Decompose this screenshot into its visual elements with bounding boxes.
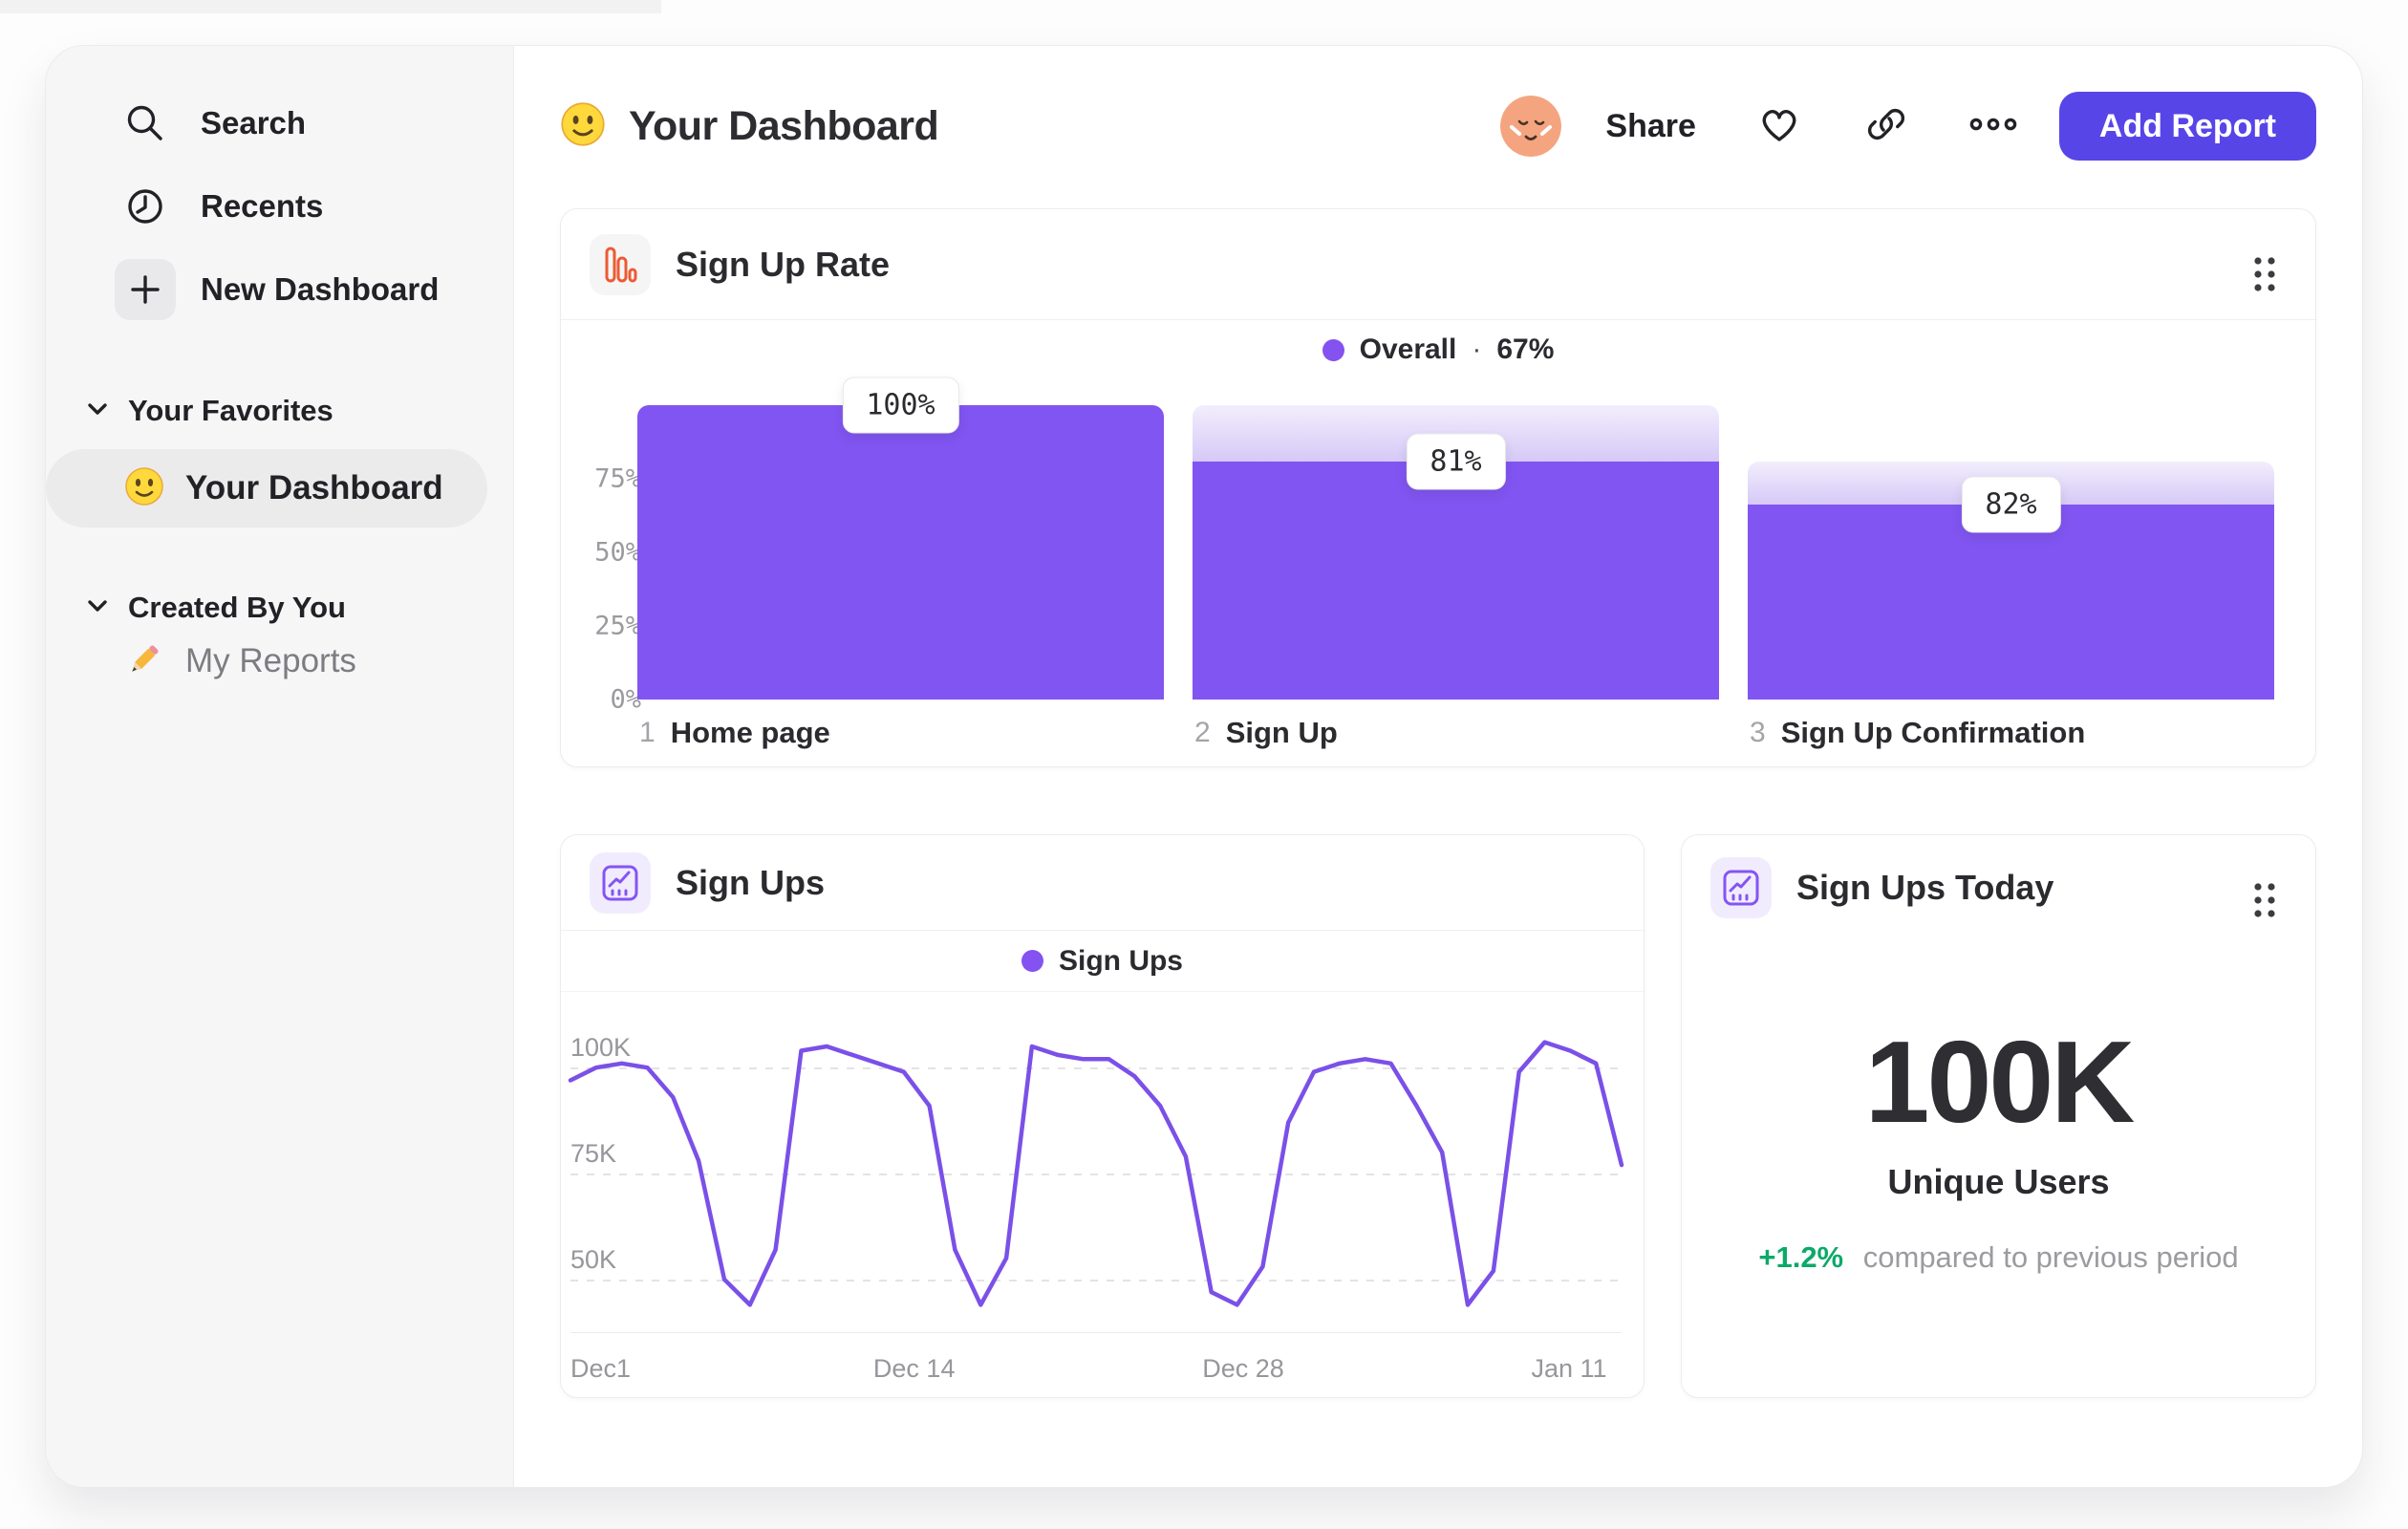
- sidebar-item-recents[interactable]: Recents: [46, 164, 513, 248]
- step-name: Sign Up Confirmation: [1780, 716, 2086, 749]
- plus-icon: [115, 258, 176, 320]
- sidebar-item-label: Your Dashboard: [185, 469, 443, 506]
- line-series: [568, 1040, 1624, 1307]
- step-name: Home page: [670, 716, 830, 749]
- smiley-emoji: [560, 101, 606, 152]
- line-plot: 100K 75K 50K: [568, 1017, 1624, 1330]
- x-tick-label: Dec 28: [1202, 1354, 1284, 1383]
- sidebar-item-label: My Reports: [185, 642, 356, 679]
- metric-delta-row: +1.2% compared to previous period: [1682, 1240, 2315, 1275]
- background-window-edge: [0, 0, 661, 13]
- sidebar-section-title: Your Favorites: [128, 394, 333, 427]
- sidebar: Search Recents New Dashboard Your Favori…: [46, 46, 514, 1487]
- chevron-down-icon: [86, 401, 109, 421]
- sidebar-item-search[interactable]: Search: [46, 81, 513, 164]
- sign-up-rate-card: Sign Up Rate Overall · 67% 75% 50% 25% 0% 1…: [560, 208, 2316, 767]
- clock-icon: [115, 176, 176, 237]
- share-button[interactable]: Share: [1605, 108, 1696, 145]
- funnel-x-axis: 1 Home page 2 Sign Up 3 Sign Up Confirma…: [637, 716, 2274, 750]
- sidebar-item-my-reports[interactable]: My Reports: [46, 640, 513, 682]
- funnel-bar-solid: [1748, 504, 2274, 700]
- funnel-bar-solid: [1193, 461, 1719, 700]
- card-title: Sign Up Rate: [676, 244, 891, 284]
- legend-dot: [1322, 338, 1344, 361]
- sidebar-item-new-dashboard[interactable]: New Dashboard: [46, 248, 513, 331]
- sidebar-item-your-dashboard[interactable]: Your Dashboard: [46, 449, 487, 528]
- funnel-plot: 100% 81% 82%: [637, 377, 2274, 700]
- sidebar-item-label: Search: [201, 104, 307, 140]
- add-report-button[interactable]: Add Report: [2058, 92, 2316, 161]
- step-number: 2: [1194, 717, 1211, 748]
- line-chart-icon: [590, 851, 651, 914]
- funnel-chart-icon: [590, 233, 651, 295]
- drag-handle-icon[interactable]: [2248, 877, 2281, 928]
- funnel-step-label: 3 Sign Up Confirmation: [1748, 716, 2274, 750]
- funnel-bar[interactable]: 100%: [637, 377, 1164, 700]
- avatar[interactable]: [1500, 96, 1562, 157]
- funnel-y-axis: 75% 50% 25% 0%: [594, 463, 641, 715]
- metric-label: Unique Users: [1887, 1162, 2110, 1201]
- legend-value: 67%: [1496, 334, 1555, 365]
- card-title: Sign Ups: [676, 862, 826, 902]
- copy-link-button[interactable]: [1862, 102, 1910, 150]
- legend-label: Overall: [1359, 334, 1457, 365]
- sign-ups-today-card: Sign Ups Today 100K Unique Users +1.2% c…: [1681, 834, 2316, 1398]
- legend-separator: ·: [1472, 334, 1482, 365]
- funnel-bar[interactable]: 82%: [1748, 405, 2274, 700]
- line-x-axis: Dec1 Dec 14 Dec 28 Jan 11: [570, 1332, 1622, 1399]
- page-title: Your Dashboard: [629, 102, 939, 149]
- funnel-bar-tooltip: 100%: [842, 377, 959, 434]
- smiley-emoji: [124, 466, 164, 511]
- funnel-bar-tooltip: 81%: [1406, 433, 1506, 490]
- card-header: Sign Up Rate: [561, 209, 2315, 320]
- step-number: 1: [639, 717, 656, 748]
- chevron-down-icon: [86, 598, 109, 618]
- funnel-step-label: 1 Home page: [637, 716, 1164, 750]
- sidebar-item-label: Recents: [201, 187, 324, 224]
- sidebar-section-created-by-you[interactable]: Created By You: [46, 591, 513, 625]
- favorite-button[interactable]: [1755, 102, 1803, 150]
- sign-ups-card: Sign Ups Sign Ups 100K 75K 50K Dec1 Dec 14 D…: [560, 834, 1645, 1398]
- page-header: Your Dashboard Share Add Report: [560, 90, 2316, 162]
- step-number: 3: [1750, 717, 1766, 748]
- card-title: Sign Ups Today: [1796, 868, 2054, 907]
- delta-value: +1.2%: [1758, 1240, 1844, 1274]
- heart-icon: [1756, 102, 1802, 151]
- funnel-bar-tooltip: 82%: [1961, 476, 2061, 532]
- sidebar-item-label: New Dashboard: [201, 270, 440, 307]
- sidebar-section-your-favorites[interactable]: Your Favorites: [46, 394, 513, 428]
- funnel-step-label: 2 Sign Up: [1193, 716, 1719, 750]
- drag-handle-icon[interactable]: [2248, 251, 2281, 302]
- x-tick-label: Jan 11: [1531, 1354, 1607, 1383]
- line-legend: Sign Ups: [561, 931, 1644, 992]
- sidebar-section-title: Created By You: [128, 591, 346, 624]
- card-header: Sign Ups: [561, 835, 1644, 931]
- line-chart-icon: [1710, 857, 1772, 918]
- more-options-button[interactable]: [1969, 102, 2017, 150]
- funnel-legend: Overall · 67%: [561, 326, 2315, 374]
- x-tick-label: Dec1: [570, 1354, 632, 1383]
- search-icon: [115, 93, 176, 154]
- card-header: Sign Ups Today: [1682, 835, 2315, 940]
- funnel-bar-solid: [637, 405, 1164, 700]
- legend-dot: [1021, 950, 1043, 972]
- x-tick-label: Dec 14: [872, 1354, 956, 1383]
- cards-row: Sign Ups Sign Ups 100K 75K 50K Dec1 Dec 14 D…: [560, 834, 2316, 1398]
- step-name: Sign Up: [1225, 716, 1338, 749]
- app-window: Search Recents New Dashboard Your Favori…: [46, 46, 2362, 1487]
- pencil-emoji: [124, 639, 164, 684]
- delta-note: compared to previous period: [1862, 1240, 2239, 1274]
- funnel-bar[interactable]: 81%: [1193, 405, 1719, 700]
- main-content: Your Dashboard Share Add Report Sign Up …: [514, 46, 2362, 1487]
- ellipsis-icon: [1968, 115, 2018, 139]
- link-icon: [1863, 101, 1909, 152]
- metric-value: 100K: [1864, 1017, 2136, 1147]
- legend-label: Sign Ups: [1058, 944, 1183, 977]
